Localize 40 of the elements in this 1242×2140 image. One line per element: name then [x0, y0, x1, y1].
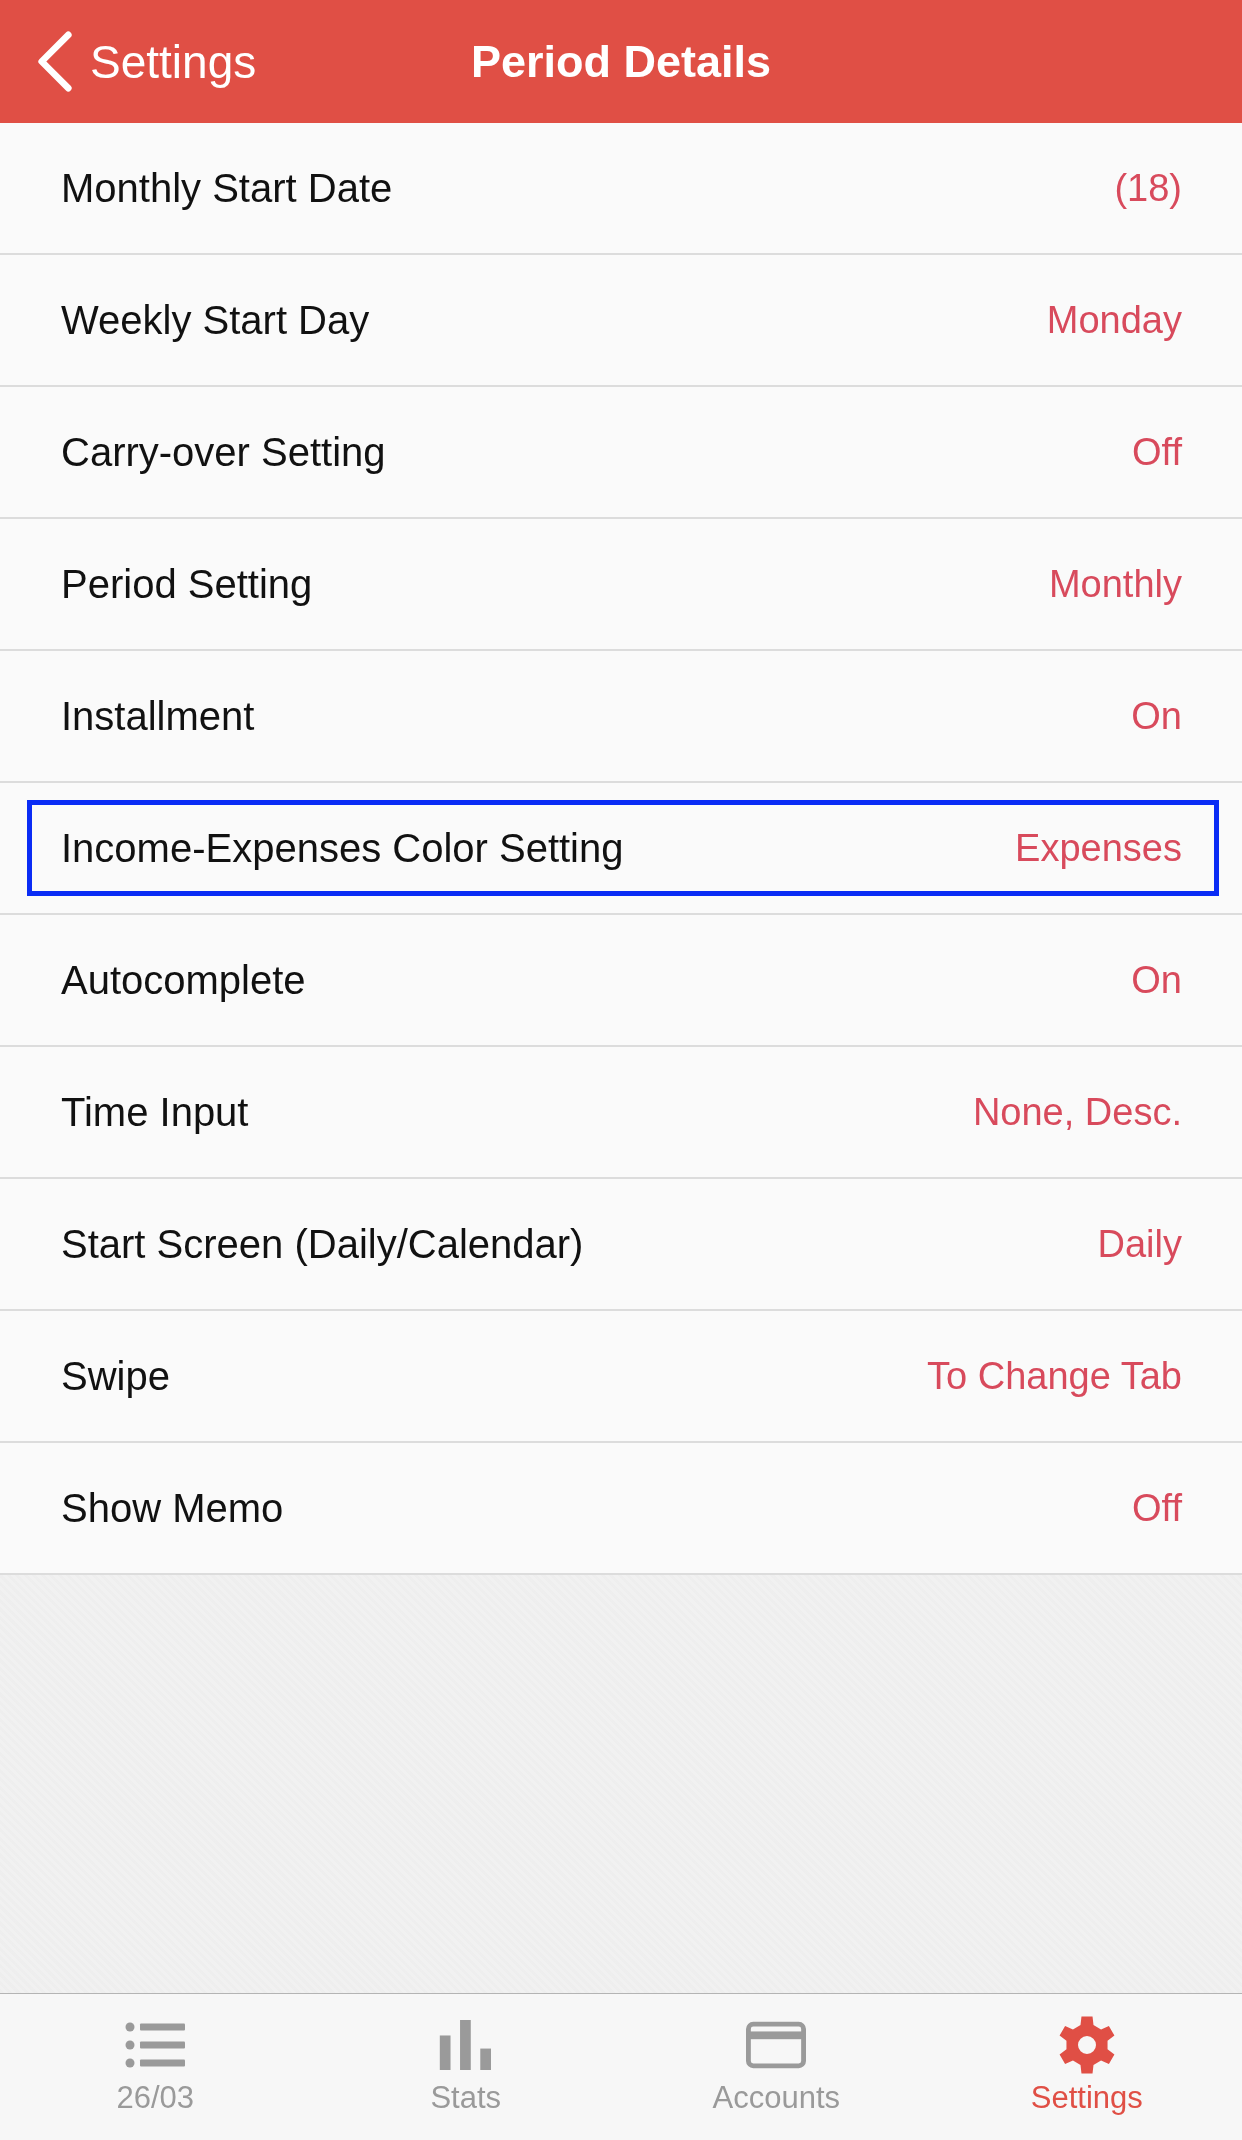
setting-label: Monthly Start Date [61, 165, 393, 211]
settings-row[interactable]: Swipe To Change Tab [0, 1311, 1242, 1443]
settings-row[interactable]: Period Setting Monthly [0, 519, 1242, 651]
credit-card-icon [746, 2020, 807, 2070]
setting-value: Monthly [1048, 562, 1182, 606]
setting-label: Start Screen (Daily/Calendar) [61, 1221, 584, 1267]
setting-value: Expenses [1015, 826, 1182, 870]
settings-row[interactable]: Carry-over Setting Off [0, 387, 1242, 519]
settings-icon [1057, 2016, 1116, 2074]
setting-label: Swipe [61, 1353, 170, 1399]
screen-title: Period Details [470, 35, 772, 88]
setting-label: Period Setting [61, 561, 313, 607]
setting-label: Autocomplete [61, 957, 306, 1003]
settings-row[interactable]: Start Screen (Daily/Calendar) Daily [0, 1179, 1242, 1311]
chevron-left-icon [36, 31, 74, 92]
settings-row[interactable]: Autocomplete On [0, 915, 1242, 1047]
setting-value: None, Desc. [972, 1090, 1182, 1134]
setting-value: Monday [1046, 298, 1182, 342]
setting-label: Show Memo [61, 1485, 284, 1531]
list-icon [125, 2020, 186, 2070]
setting-value: Off [1132, 430, 1182, 474]
settings-row[interactable]: Weekly Start Day Monday [0, 255, 1242, 387]
setting-label: Installment [61, 693, 255, 739]
setting-value: Daily [1097, 1222, 1182, 1266]
setting-value: To Change Tab [927, 1354, 1182, 1398]
setting-label: Income-Expenses Color Setting [61, 825, 624, 871]
settings-row[interactable]: Time Input None, Desc. [0, 1047, 1242, 1179]
back-button[interactable]: Settings [36, 31, 257, 92]
setting-value: On [1131, 694, 1182, 738]
setting-label: Time Input [61, 1089, 249, 1135]
setting-value: Off [1132, 1486, 1182, 1530]
setting-value: (18) [1114, 166, 1182, 210]
setting-label: Carry-over Setting [61, 429, 386, 475]
settings-row[interactable]: Monthly Start Date (18) [0, 123, 1242, 255]
settings-row[interactable]: Income-Expenses Color Setting Expenses [0, 783, 1242, 915]
settings-row[interactable]: Show Memo Off [0, 1443, 1242, 1575]
setting-label: Weekly Start Day [61, 297, 370, 343]
setting-value: On [1131, 958, 1182, 1002]
tab[interactable]: Settings [931, 1994, 1242, 2140]
settings-row[interactable]: Installment On [0, 651, 1242, 783]
